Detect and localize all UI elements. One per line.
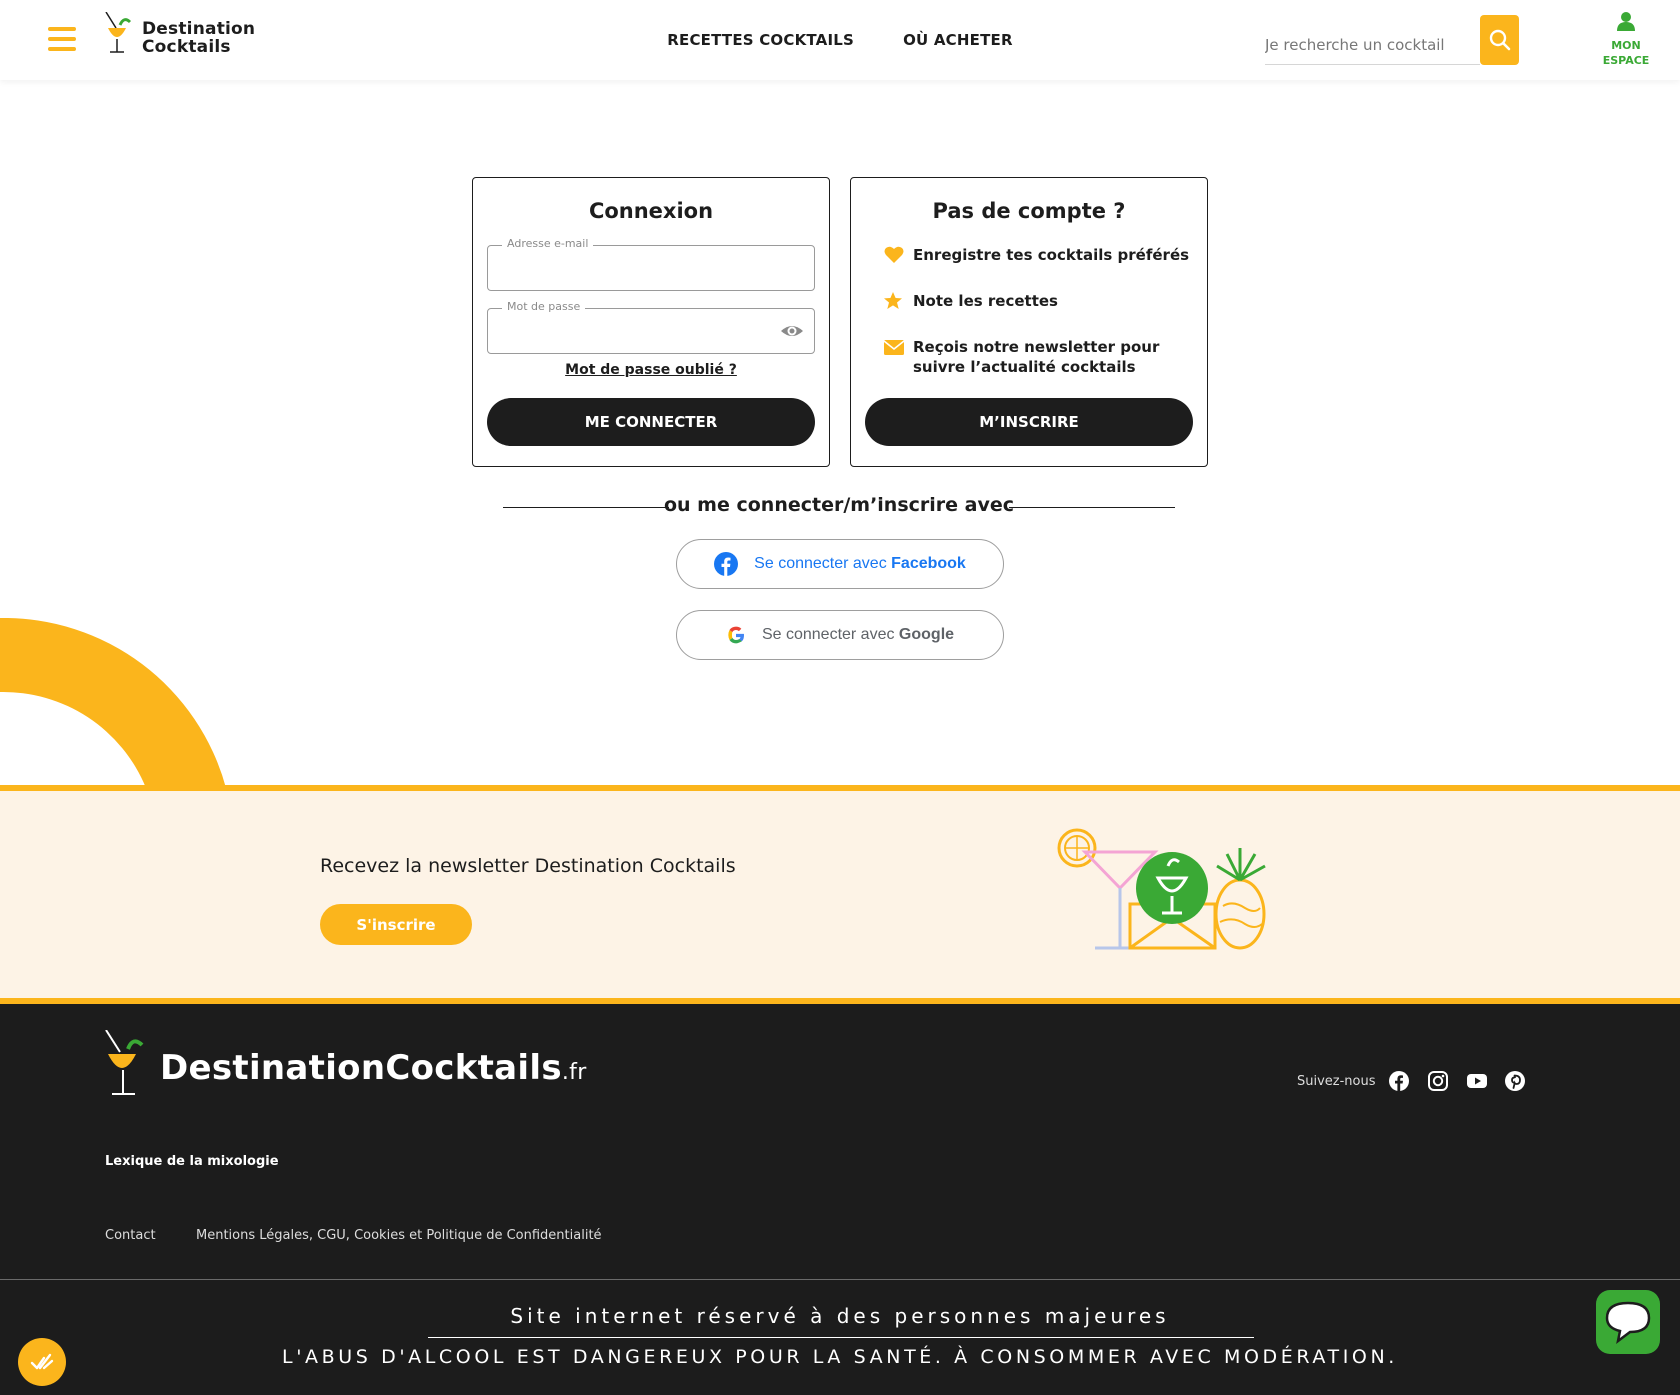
password-label: Mot de passe [502,300,586,313]
footer-logo[interactable]: DestinationCocktails.fr [104,1030,586,1100]
alcohol-warning: L'ABUS D'ALCOOL EST DANGEREUX POUR LA SA… [282,1346,1398,1368]
perk-text: Reçois notre newsletter pour suivre l’ac… [913,338,1160,376]
footer-logo-tld: .fr [561,1060,587,1085]
decorative-arc [0,618,230,788]
newsletter-illustration-icon [1057,828,1266,950]
login-title: Connexion [588,199,714,223]
email-label: Adresse e-mail [502,237,594,250]
nav-recettes-cocktails[interactable]: RECETTES COCKTAILS [667,31,854,49]
login-button[interactable]: ME CONNECTER [487,398,815,446]
check-icon [30,1353,54,1370]
google-prefix: Se connecter avec [761,626,899,643]
newsletter-section: Recevez la newsletter Destination Cockta… [0,785,1680,1004]
youtube-icon[interactable] [1466,1070,1488,1092]
instagram-icon[interactable] [1427,1070,1449,1092]
google-icon [728,626,744,644]
google-login-button[interactable]: Se connecter avec Google [676,610,1004,660]
footer-divider [0,1279,1680,1280]
site-logo[interactable]: Destination Cocktails [104,12,264,62]
cocktail-logo-icon [105,12,132,53]
search-bar [1265,15,1519,65]
newsletter-subscribe-button[interactable]: S'inscrire [320,904,472,945]
search-icon [1489,29,1510,51]
star-icon [884,292,902,309]
cocktail-logo-icon [105,1030,144,1095]
perk-ratings: Note les recettes [883,291,1058,311]
search-button[interactable] [1480,15,1519,65]
signup-button[interactable]: M’INSCRIRE [865,398,1193,446]
login-card: Connexion Adresse e-mail Mot de passe Mo… [472,177,830,467]
password-input[interactable] [488,309,814,353]
perk-favorites: Enregistre tes cocktails préférés [883,245,1189,265]
facebook-login-button[interactable]: Se connecter avec Facebook [676,539,1004,589]
nav-ou-acheter[interactable]: OÙ ACHETER [903,31,1013,49]
warning-divider [428,1337,1254,1338]
google-brand: Google [898,626,955,643]
site-footer: DestinationCocktails.fr Suivez-nous Lexi… [0,1004,1680,1395]
logo-line-1: Destination [142,19,256,39]
account-button[interactable]: MON ESPACE [1586,10,1666,70]
footer-link-contact[interactable]: Contact [105,1228,156,1243]
social-separator-text: ou me connecter/m’inscrire avec [663,494,1015,516]
footer-logo-main: DestinationCocktails [160,1048,562,1088]
divider-right [1009,507,1175,508]
email-input[interactable] [488,246,814,290]
facebook-prefix: Se connecter avec [754,555,892,572]
forgot-password-link[interactable]: Mot de passe oublié ? [473,362,829,378]
perk-newsletter: Reçois notre newsletter pour suivre l’ac… [883,337,1173,377]
menu-icon[interactable] [48,27,76,51]
logo-line-2: Cocktails [142,37,231,57]
email-field: Adresse e-mail [487,237,815,291]
password-field: Mot de passe [487,300,815,354]
social-separator: ou me connecter/m’inscrire avec [503,494,1175,524]
signup-title: Pas de compte ? [932,199,1126,223]
cookie-consent-button[interactable] [18,1338,66,1386]
site-header: Destination Cocktails RECETTES COCKTAILS… [0,0,1680,80]
footer-logo-text: DestinationCocktails.fr [160,1048,587,1088]
perk-text: Enregistre tes cocktails préférés [913,246,1190,264]
pinterest-icon[interactable] [1504,1070,1526,1092]
footer-link-legal[interactable]: Mentions Légales, CGU, Cookies et Politi… [196,1228,602,1243]
follow-us-label: Suivez-nous [1297,1074,1376,1089]
account-label: MON ESPACE [1586,38,1666,68]
user-icon [1617,12,1635,31]
footer-link-lexique[interactable]: Lexique de la mixologie [105,1154,279,1169]
account-label-line-2: ESPACE [1602,54,1650,67]
facebook-brand: Facebook [891,555,966,572]
facebook-icon [714,552,739,576]
signup-card: Pas de compte ? Enregistre tes cocktails… [850,177,1208,467]
heart-icon [884,246,904,263]
chat-bubble-icon [1605,1301,1651,1344]
facebook-icon[interactable] [1388,1070,1410,1092]
chat-button[interactable] [1596,1290,1660,1354]
show-password-icon[interactable] [780,321,804,341]
logo-text: Destination Cocktails [142,20,255,56]
envelope-icon [883,340,905,355]
newsletter-title: Recevez la newsletter Destination Cockta… [320,855,736,877]
age-warning: Site internet réservé à des personnes ma… [510,1304,1170,1328]
perk-text: Note les recettes [913,292,1058,310]
account-label-line-1: MON [1611,39,1641,52]
search-input[interactable] [1265,25,1480,65]
